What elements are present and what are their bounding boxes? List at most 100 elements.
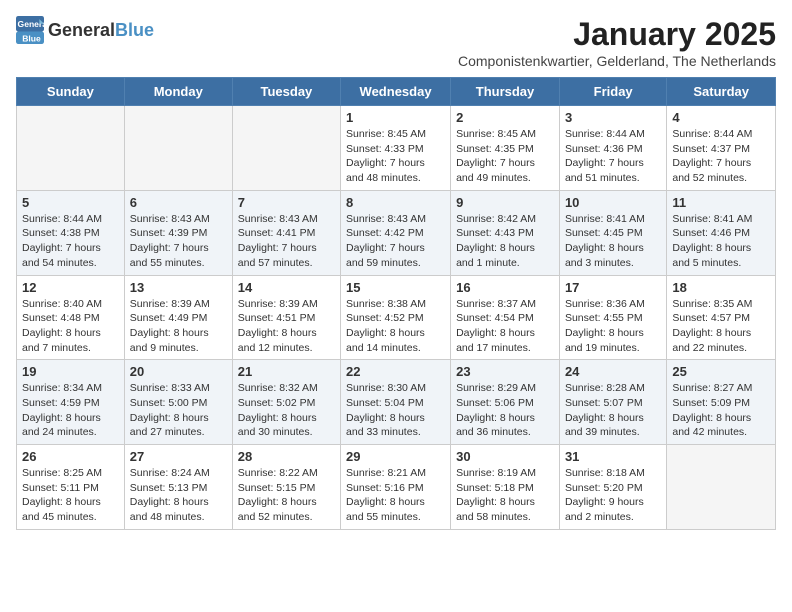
day-info: Sunrise: 8:44 AM Sunset: 4:36 PM Dayligh… bbox=[565, 127, 661, 186]
day-info: Sunrise: 8:25 AM Sunset: 5:11 PM Dayligh… bbox=[22, 466, 119, 525]
day-number: 15 bbox=[346, 280, 445, 295]
day-number: 10 bbox=[565, 195, 661, 210]
day-info: Sunrise: 8:21 AM Sunset: 5:16 PM Dayligh… bbox=[346, 466, 445, 525]
day-info: Sunrise: 8:43 AM Sunset: 4:42 PM Dayligh… bbox=[346, 212, 445, 271]
weekday-header-row: SundayMondayTuesdayWednesdayThursdayFrid… bbox=[17, 78, 776, 106]
calendar-day-cell: 25 Sunrise: 8:27 AM Sunset: 5:09 PM Dayli… bbox=[667, 360, 776, 445]
day-info: Sunrise: 8:43 AM Sunset: 4:41 PM Dayligh… bbox=[238, 212, 335, 271]
calendar-day-cell: 27Sunrise: 8:24 AM Sunset: 5:13 PM Dayli… bbox=[124, 445, 232, 530]
month-title: January 2025 bbox=[458, 16, 776, 53]
day-number: 25 bbox=[672, 364, 770, 379]
day-number: 20 bbox=[130, 364, 227, 379]
calendar-day-cell: 10 Sunrise: 8:41 AM Sunset: 4:45 PM Dayli… bbox=[559, 190, 666, 275]
day-info: Sunrise: 8:42 AM Sunset: 4:43 PM Dayligh… bbox=[456, 212, 554, 271]
day-number: 5 bbox=[22, 195, 119, 210]
calendar-day-cell: 17 Sunrise: 8:36 AM Sunset: 4:55 PM Dayli… bbox=[559, 275, 666, 360]
calendar-day-cell bbox=[17, 106, 125, 191]
calendar-day-cell: 19 Sunrise: 8:34 AM Sunset: 4:59 PM Dayli… bbox=[17, 360, 125, 445]
day-number: 19 bbox=[22, 364, 119, 379]
calendar-day-cell bbox=[667, 445, 776, 530]
calendar-week-row: 5 Sunrise: 8:44 AM Sunset: 4:38 PM Daylig… bbox=[17, 190, 776, 275]
calendar-day-cell: 16 Sunrise: 8:37 AM Sunset: 4:54 PM Dayli… bbox=[451, 275, 560, 360]
day-info: Sunrise: 8:39 AM Sunset: 4:49 PM Dayligh… bbox=[130, 297, 227, 356]
day-info: Sunrise: 8:45 AM Sunset: 4:33 PM Dayligh… bbox=[346, 127, 445, 186]
weekday-header: Monday bbox=[124, 78, 232, 106]
calendar-table: SundayMondayTuesdayWednesdayThursdayFrid… bbox=[16, 77, 776, 530]
calendar-day-cell: 24 Sunrise: 8:28 AM Sunset: 5:07 PM Dayli… bbox=[559, 360, 666, 445]
day-number: 30 bbox=[456, 449, 554, 464]
day-number: 8 bbox=[346, 195, 445, 210]
logo-blue: Blue bbox=[115, 20, 154, 40]
day-number: 18 bbox=[672, 280, 770, 295]
day-number: 28 bbox=[238, 449, 335, 464]
title-section: January 2025 Componistenkwartier, Gelder… bbox=[458, 16, 776, 69]
day-number: 26 bbox=[22, 449, 119, 464]
calendar-day-cell: 6 Sunrise: 8:43 AM Sunset: 4:39 PM Daylig… bbox=[124, 190, 232, 275]
logo-general: General bbox=[48, 20, 115, 40]
logo-icon: General Blue bbox=[16, 16, 44, 44]
calendar-day-cell: 3Sunrise: 8:44 AM Sunset: 4:36 PM Daylig… bbox=[559, 106, 666, 191]
day-number: 17 bbox=[565, 280, 661, 295]
day-number: 6 bbox=[130, 195, 227, 210]
day-number: 14 bbox=[238, 280, 335, 295]
day-info: Sunrise: 8:34 AM Sunset: 4:59 PM Dayligh… bbox=[22, 381, 119, 440]
logo: General Blue GeneralBlue bbox=[16, 16, 154, 44]
calendar-day-cell: 4 Sunrise: 8:44 AM Sunset: 4:37 PM Daylig… bbox=[667, 106, 776, 191]
day-number: 1 bbox=[346, 110, 445, 125]
calendar-week-row: 12Sunrise: 8:40 AM Sunset: 4:48 PM Dayli… bbox=[17, 275, 776, 360]
day-info: Sunrise: 8:27 AM Sunset: 5:09 PM Dayligh… bbox=[672, 381, 770, 440]
day-number: 23 bbox=[456, 364, 554, 379]
calendar-day-cell: 9Sunrise: 8:42 AM Sunset: 4:43 PM Daylig… bbox=[451, 190, 560, 275]
weekday-header: Sunday bbox=[17, 78, 125, 106]
day-number: 22 bbox=[346, 364, 445, 379]
day-info: Sunrise: 8:38 AM Sunset: 4:52 PM Dayligh… bbox=[346, 297, 445, 356]
day-info: Sunrise: 8:44 AM Sunset: 4:37 PM Dayligh… bbox=[672, 127, 770, 186]
weekday-header: Wednesday bbox=[341, 78, 451, 106]
day-number: 24 bbox=[565, 364, 661, 379]
day-number: 31 bbox=[565, 449, 661, 464]
day-info: Sunrise: 8:41 AM Sunset: 4:45 PM Dayligh… bbox=[565, 212, 661, 271]
svg-text:Blue: Blue bbox=[22, 34, 41, 44]
calendar-day-cell: 8 Sunrise: 8:43 AM Sunset: 4:42 PM Daylig… bbox=[341, 190, 451, 275]
calendar-day-cell bbox=[232, 106, 340, 191]
calendar-day-cell: 2 Sunrise: 8:45 AM Sunset: 4:35 PM Daylig… bbox=[451, 106, 560, 191]
day-info: Sunrise: 8:33 AM Sunset: 5:00 PM Dayligh… bbox=[130, 381, 227, 440]
weekday-header: Thursday bbox=[451, 78, 560, 106]
day-info: Sunrise: 8:28 AM Sunset: 5:07 PM Dayligh… bbox=[565, 381, 661, 440]
weekday-header: Friday bbox=[559, 78, 666, 106]
day-info: Sunrise: 8:39 AM Sunset: 4:51 PM Dayligh… bbox=[238, 297, 335, 356]
day-info: Sunrise: 8:45 AM Sunset: 4:35 PM Dayligh… bbox=[456, 127, 554, 186]
day-number: 13 bbox=[130, 280, 227, 295]
calendar-day-cell: 13 Sunrise: 8:39 AM Sunset: 4:49 PM Dayli… bbox=[124, 275, 232, 360]
calendar-day-cell: 14 Sunrise: 8:39 AM Sunset: 4:51 PM Dayli… bbox=[232, 275, 340, 360]
calendar-day-cell: 5 Sunrise: 8:44 AM Sunset: 4:38 PM Daylig… bbox=[17, 190, 125, 275]
day-number: 21 bbox=[238, 364, 335, 379]
day-info: Sunrise: 8:19 AM Sunset: 5:18 PM Dayligh… bbox=[456, 466, 554, 525]
location-title: Componistenkwartier, Gelderland, The Net… bbox=[458, 53, 776, 69]
calendar-day-cell: 26 Sunrise: 8:25 AM Sunset: 5:11 PM Dayli… bbox=[17, 445, 125, 530]
day-info: Sunrise: 8:44 AM Sunset: 4:38 PM Dayligh… bbox=[22, 212, 119, 271]
day-number: 4 bbox=[672, 110, 770, 125]
calendar-day-cell: 29 Sunrise: 8:21 AM Sunset: 5:16 PM Dayli… bbox=[341, 445, 451, 530]
day-info: Sunrise: 8:22 AM Sunset: 5:15 PM Dayligh… bbox=[238, 466, 335, 525]
day-number: 16 bbox=[456, 280, 554, 295]
calendar-day-cell: 22 Sunrise: 8:30 AM Sunset: 5:04 PM Dayli… bbox=[341, 360, 451, 445]
day-number: 12 bbox=[22, 280, 119, 295]
calendar-day-cell: 31Sunrise: 8:18 AM Sunset: 5:20 PM Dayli… bbox=[559, 445, 666, 530]
calendar-day-cell: 15 Sunrise: 8:38 AM Sunset: 4:52 PM Dayli… bbox=[341, 275, 451, 360]
day-info: Sunrise: 8:36 AM Sunset: 4:55 PM Dayligh… bbox=[565, 297, 661, 356]
calendar-day-cell: 12Sunrise: 8:40 AM Sunset: 4:48 PM Dayli… bbox=[17, 275, 125, 360]
day-info: Sunrise: 8:30 AM Sunset: 5:04 PM Dayligh… bbox=[346, 381, 445, 440]
calendar-day-cell: 28 Sunrise: 8:22 AM Sunset: 5:15 PM Dayli… bbox=[232, 445, 340, 530]
calendar-day-cell: 30 Sunrise: 8:19 AM Sunset: 5:18 PM Dayli… bbox=[451, 445, 560, 530]
day-info: Sunrise: 8:29 AM Sunset: 5:06 PM Dayligh… bbox=[456, 381, 554, 440]
day-info: Sunrise: 8:43 AM Sunset: 4:39 PM Dayligh… bbox=[130, 212, 227, 271]
calendar-week-row: 26 Sunrise: 8:25 AM Sunset: 5:11 PM Dayli… bbox=[17, 445, 776, 530]
day-info: Sunrise: 8:37 AM Sunset: 4:54 PM Dayligh… bbox=[456, 297, 554, 356]
calendar-day-cell: 1 Sunrise: 8:45 AM Sunset: 4:33 PM Daylig… bbox=[341, 106, 451, 191]
day-number: 7 bbox=[238, 195, 335, 210]
day-number: 2 bbox=[456, 110, 554, 125]
day-number: 27 bbox=[130, 449, 227, 464]
day-info: Sunrise: 8:41 AM Sunset: 4:46 PM Dayligh… bbox=[672, 212, 770, 271]
day-number: 29 bbox=[346, 449, 445, 464]
